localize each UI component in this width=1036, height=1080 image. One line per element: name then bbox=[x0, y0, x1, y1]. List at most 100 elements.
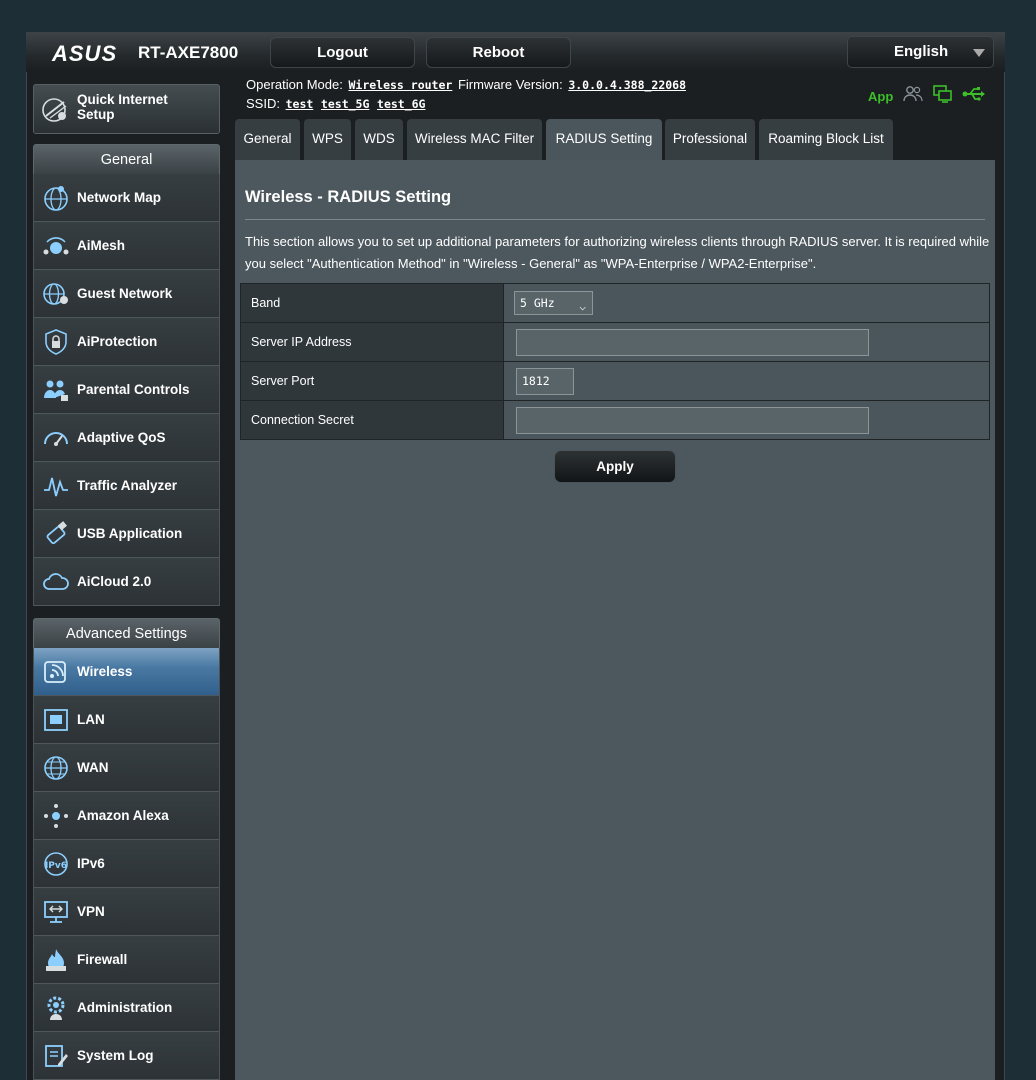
wireless-icon bbox=[40, 656, 72, 688]
clients-icon[interactable] bbox=[902, 85, 924, 108]
usb-icon bbox=[40, 518, 72, 550]
tab-roaming-block-list[interactable]: Roaming Block List bbox=[759, 119, 893, 160]
globe-network-icon bbox=[40, 182, 72, 214]
menu-label: AiCloud 2.0 bbox=[77, 574, 152, 589]
ssid-label: SSID: bbox=[246, 96, 280, 111]
model-name: RT-AXE7800 bbox=[138, 43, 239, 62]
menu-item-network-map[interactable]: Network Map bbox=[34, 174, 219, 222]
table-row: Connection Secret bbox=[240, 400, 990, 440]
alexa-icon bbox=[40, 800, 72, 832]
usb-status-icon[interactable] bbox=[962, 86, 986, 107]
ssid-link[interactable]: test bbox=[286, 97, 314, 111]
log-edit-icon bbox=[40, 1040, 72, 1072]
asus-logo: ASUS bbox=[52, 41, 118, 66]
menu-label: Parental Controls bbox=[77, 382, 190, 397]
vpn-monitor-icon bbox=[40, 896, 72, 928]
network-devices-icon[interactable] bbox=[933, 84, 953, 108]
tab-wds[interactable]: WDS bbox=[355, 119, 403, 160]
menu-item-amazon-alexa[interactable]: Amazon Alexa bbox=[34, 792, 219, 840]
menu-item-vpn[interactable]: VPN bbox=[34, 888, 219, 936]
radius-settings-table: Band 5 GHz ⌵ Server IP Address Server Po… bbox=[240, 283, 990, 440]
menu-label: VPN bbox=[77, 904, 105, 919]
menu-item-administration[interactable]: Administration bbox=[34, 984, 219, 1032]
menu-item-guest-network[interactable]: Guest Network bbox=[34, 270, 219, 318]
menu-item-firewall[interactable]: Firewall bbox=[34, 936, 219, 984]
quick-setup-icon bbox=[40, 94, 72, 131]
tab-radius-setting[interactable]: RADIUS Setting bbox=[546, 119, 662, 160]
menu-item-ipv6[interactable]: IPv6 IPv6 bbox=[34, 840, 219, 888]
cloud-icon bbox=[40, 566, 72, 598]
menu-label: Adaptive QoS bbox=[77, 430, 166, 445]
menu-item-wireless[interactable]: Wireless bbox=[34, 648, 219, 696]
ssid-link[interactable]: test_5G bbox=[321, 97, 369, 111]
connection-secret-input[interactable] bbox=[516, 406, 869, 434]
family-lock-icon bbox=[40, 374, 72, 406]
menu-item-adaptive-qos[interactable]: Adaptive QoS bbox=[34, 414, 219, 462]
menu-item-wan[interactable]: WAN bbox=[34, 744, 219, 792]
language-select[interactable]: English bbox=[847, 36, 994, 68]
advanced-menu: Wireless LAN WAN Amazon Alexa IPv6 IPv6 … bbox=[33, 648, 220, 1080]
menu-label: Guest Network bbox=[77, 286, 173, 301]
menu-label: IPv6 bbox=[77, 856, 105, 871]
menu-item-aiprotection[interactable]: AiProtection bbox=[34, 318, 219, 366]
speedometer-icon bbox=[40, 422, 72, 454]
menu-label: LAN bbox=[77, 712, 105, 727]
firmware-label: Firmware Version: bbox=[457, 77, 563, 92]
logout-button[interactable]: Logout bbox=[270, 37, 415, 68]
menu-item-parental-controls[interactable]: Parental Controls bbox=[34, 366, 219, 414]
menu-label: Traffic Analyzer bbox=[77, 478, 178, 493]
menu-label: USB Application bbox=[77, 526, 183, 541]
op-mode-link[interactable]: Wireless router bbox=[348, 78, 452, 92]
shield-lock-icon bbox=[40, 326, 72, 358]
firmware-link[interactable]: 3.0.0.4.388_22068 bbox=[568, 78, 686, 92]
menu-item-lan[interactable]: LAN bbox=[34, 696, 219, 744]
menu-label: AiProtection bbox=[77, 334, 158, 349]
menu-label: Amazon Alexa bbox=[77, 808, 169, 823]
menu-label: Firewall bbox=[77, 952, 128, 967]
guest-globe-icon bbox=[40, 278, 72, 310]
gear-person-icon bbox=[40, 992, 72, 1024]
server-ip-input[interactable] bbox=[516, 328, 869, 356]
apply-button[interactable]: Apply bbox=[554, 450, 676, 483]
reboot-button[interactable]: Reboot bbox=[426, 37, 571, 68]
lan-port-icon bbox=[40, 704, 72, 736]
band-select[interactable]: 5 GHz ⌵ bbox=[514, 291, 593, 315]
caret-down-icon bbox=[973, 49, 985, 57]
wan-globe-icon bbox=[40, 752, 72, 784]
menu-item-aimesh[interactable]: AiMesh bbox=[34, 222, 219, 270]
general-menu: Network Map AiMesh Guest Network AiProte… bbox=[33, 174, 220, 606]
menu-item-usb-application[interactable]: USB Application bbox=[34, 510, 219, 558]
ipv6-icon: IPv6 bbox=[40, 848, 72, 880]
tab-professional[interactable]: Professional bbox=[665, 119, 755, 160]
page-description: This section allows you to set up additi… bbox=[245, 234, 990, 271]
menu-label: WAN bbox=[77, 760, 109, 775]
ssid-link[interactable]: test_6G bbox=[377, 97, 425, 111]
server-port-label: Server Port bbox=[240, 361, 504, 401]
menu-label: AiMesh bbox=[77, 238, 126, 253]
quick-setup-label: Quick Internet Setup bbox=[77, 92, 168, 122]
fire-icon bbox=[40, 944, 72, 976]
tab-wireless-mac-filter[interactable]: Wireless MAC Filter bbox=[407, 119, 542, 160]
advanced-section-title: Advanced Settings bbox=[33, 618, 220, 648]
menu-label: Wireless bbox=[77, 664, 133, 679]
menu-label: Administration bbox=[77, 1000, 173, 1015]
menu-item-traffic-analyzer[interactable]: Traffic Analyzer bbox=[34, 462, 219, 510]
server-ip-label: Server IP Address bbox=[240, 322, 504, 362]
app-link[interactable]: App bbox=[868, 89, 893, 104]
tab-wps[interactable]: WPS bbox=[304, 119, 351, 160]
tab-general[interactable]: General bbox=[235, 119, 300, 160]
menu-item-aicloud[interactable]: AiCloud 2.0 bbox=[34, 558, 219, 606]
general-section-title: General bbox=[33, 144, 220, 174]
menu-item-system-log[interactable]: System Log bbox=[34, 1032, 219, 1080]
table-row: Band 5 GHz ⌵ bbox=[240, 283, 990, 323]
svg-text:IPv6: IPv6 bbox=[45, 861, 67, 871]
ssid-info: SSID: test test_5G test_6G bbox=[246, 96, 427, 111]
page-title: Wireless - RADIUS Setting bbox=[245, 188, 452, 206]
menu-label: System Log bbox=[77, 1048, 154, 1063]
server-port-input[interactable]: 1812 bbox=[516, 367, 574, 395]
table-row: Server Port 1812 bbox=[240, 361, 990, 401]
op-mode-label: Operation Mode: bbox=[246, 77, 343, 92]
quick-internet-setup-button[interactable]: Quick Internet Setup bbox=[33, 84, 220, 134]
waveform-icon bbox=[40, 470, 72, 502]
language-value: English bbox=[894, 43, 949, 60]
